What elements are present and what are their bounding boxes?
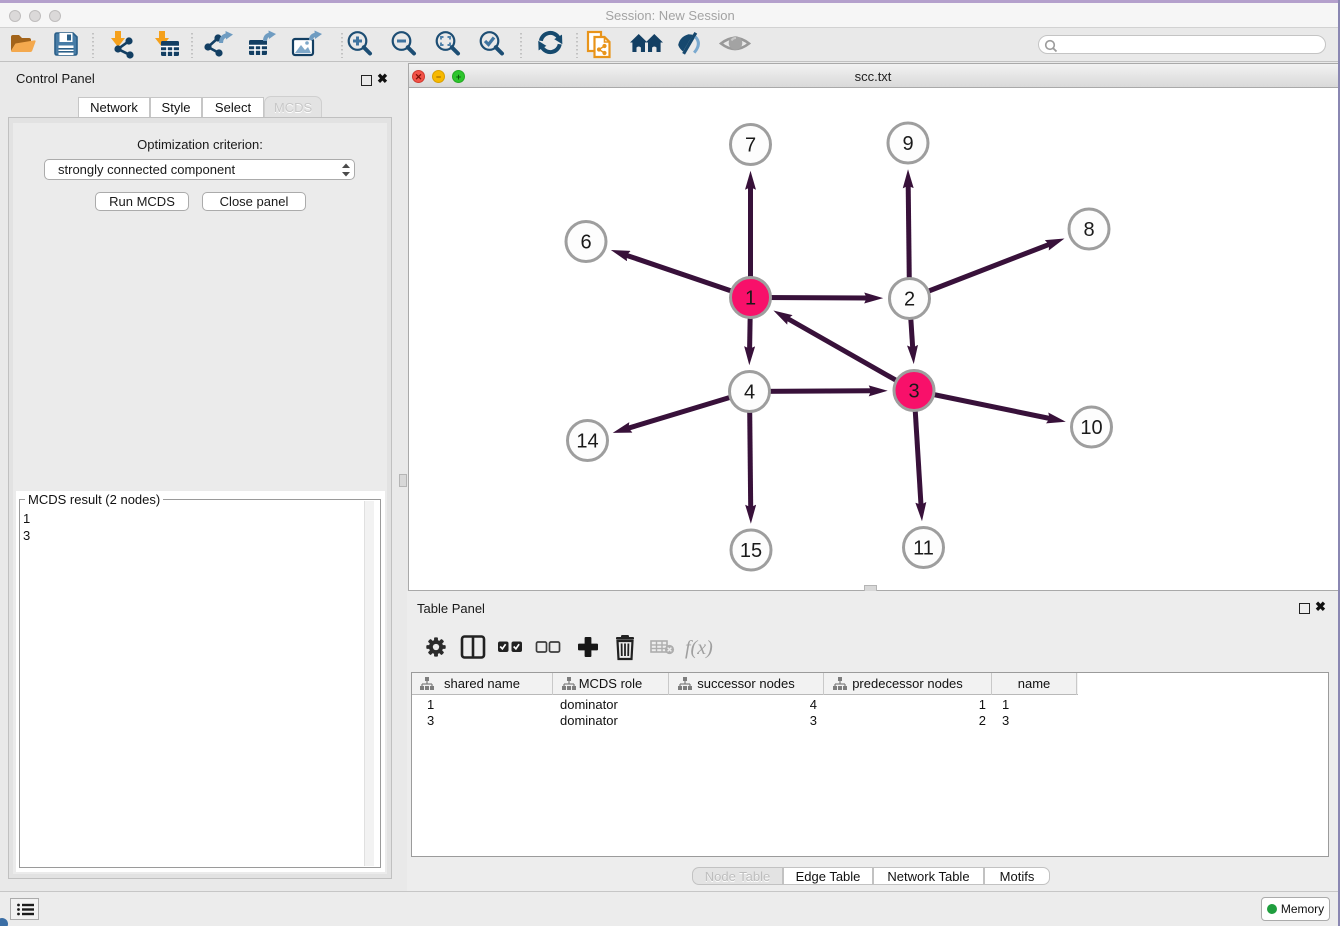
svg-text:14: 14 xyxy=(576,431,598,453)
svg-text:7: 7 xyxy=(745,135,756,157)
svg-text:15: 15 xyxy=(740,540,762,562)
svg-text:2: 2 xyxy=(904,289,915,311)
svg-text:11: 11 xyxy=(913,538,934,560)
svg-text:10: 10 xyxy=(1080,417,1102,439)
svg-text:4: 4 xyxy=(744,382,755,404)
svg-text:1: 1 xyxy=(745,288,756,310)
svg-text:8: 8 xyxy=(1083,219,1094,241)
svg-text:f(x): f(x) xyxy=(685,637,713,659)
svg-text:6: 6 xyxy=(580,232,591,254)
svg-text:3: 3 xyxy=(908,381,919,403)
svg-text:9: 9 xyxy=(902,133,913,155)
